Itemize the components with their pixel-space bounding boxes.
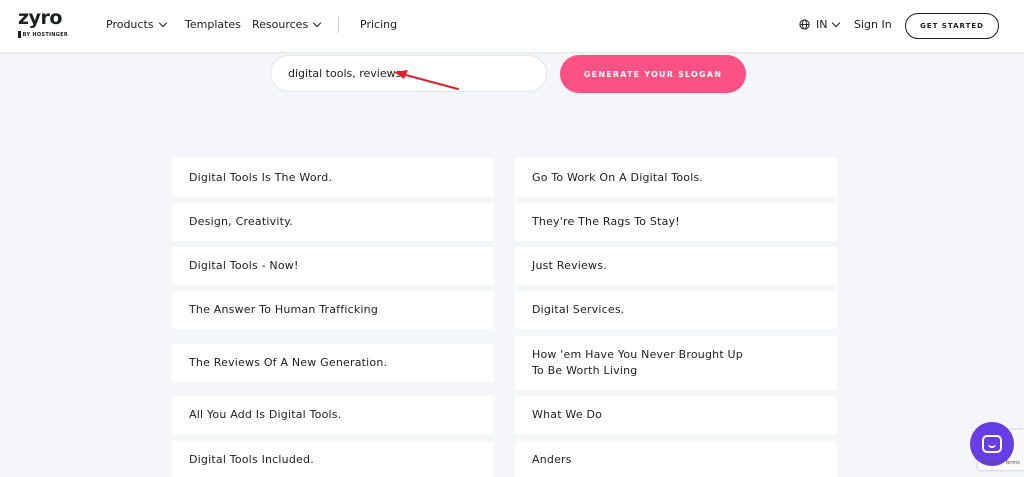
slogan-card[interactable]: All You Add Is Digital Tools. — [172, 396, 494, 434]
slogan-text: Just Reviews. — [532, 259, 607, 272]
logo-byline-text: BY HOSTINGER — [22, 31, 68, 38]
nav-pricing-label: Pricing — [360, 18, 398, 31]
slogan-card[interactable]: Digital Services. — [515, 291, 837, 329]
language-label: IN — [816, 18, 828, 31]
slogan-text: Digital Tools Included. — [189, 453, 314, 466]
nav-resources[interactable]: Resources — [252, 18, 322, 31]
slogan-card[interactable]: Anders — [515, 441, 837, 477]
chat-icon — [982, 435, 1002, 453]
slogan-text: The Reviews Of A New Generation. — [189, 356, 388, 369]
zyro-logo[interactable]: zyro BY HOSTINGER — [18, 8, 68, 44]
slogan-text: Digital Services. — [532, 303, 625, 316]
slogan-text: Digital Tools - Now! — [189, 259, 299, 272]
slogan-card[interactable]: The Reviews Of A New Generation. — [172, 344, 494, 382]
nav-divider — [338, 17, 339, 33]
slogan-text: How 'em Have You Never Brought Up To Be … — [532, 348, 743, 377]
generate-slogan-button[interactable]: GENERATE YOUR SLOGAN — [560, 55, 746, 93]
slogan-text: All You Add Is Digital Tools. — [189, 408, 342, 421]
recaptcha-links[interactable]: Privacy - Terms — [982, 460, 1020, 466]
slogan-card[interactable]: Go To Work On A Digital Tools. — [515, 158, 837, 197]
nav-resources-label: Resources — [252, 18, 309, 31]
slogan-text: The Answer To Human Trafficking — [189, 303, 379, 316]
slogan-text: Design, Creativity. — [189, 215, 293, 228]
chevron-down-icon — [312, 18, 322, 28]
slogan-card[interactable]: How 'em Have You Never Brought Up To Be … — [515, 336, 837, 390]
chevron-down-icon — [158, 18, 167, 28]
slogan-card[interactable]: Digital Tools Included. — [172, 441, 494, 477]
slogan-card[interactable]: Design, Creativity. — [172, 203, 494, 241]
annotation-arrow-icon — [394, 70, 459, 90]
nav-products[interactable]: Products — [106, 18, 167, 31]
slogan-text: They're The Rags To Stay! — [532, 215, 680, 228]
globe-icon — [799, 19, 810, 30]
slogan-text: Anders — [532, 453, 572, 466]
slogan-card[interactable]: What We Do — [515, 396, 837, 434]
nav-templates[interactable]: Templates — [185, 18, 241, 31]
top-navigation: zyro BY HOSTINGER Products Templates Res… — [0, 0, 1024, 52]
slogan-card[interactable]: The Answer To Human Trafficking — [172, 291, 494, 329]
slogan-card[interactable]: They're The Rags To Stay! — [515, 203, 837, 241]
sign-in-label: Sign In — [854, 18, 892, 31]
hostinger-logo-icon — [18, 31, 21, 38]
slogan-text: Go To Work On A Digital Tools. — [532, 170, 704, 184]
slogan-card[interactable]: Just Reviews. — [515, 247, 837, 285]
nav-pricing[interactable]: Pricing — [360, 18, 397, 31]
logo-wordmark: zyro — [18, 7, 62, 29]
chevron-down-icon — [832, 18, 841, 28]
get-started-button[interactable]: GET STARTED — [905, 13, 999, 39]
slogan-card[interactable]: Digital Tools Is The Word. — [172, 158, 494, 197]
logo-byline: BY HOSTINGER — [18, 31, 68, 38]
slogan-text: What We Do — [532, 408, 603, 421]
sign-in-link[interactable]: Sign In — [854, 18, 892, 31]
slogan-card[interactable]: Digital Tools - Now! — [172, 247, 494, 285]
language-selector[interactable]: IN — [799, 18, 841, 31]
slogan-text: Digital Tools Is The Word. — [189, 170, 333, 184]
nav-templates-label: Templates — [185, 18, 241, 31]
nav-products-label: Products — [106, 18, 154, 31]
